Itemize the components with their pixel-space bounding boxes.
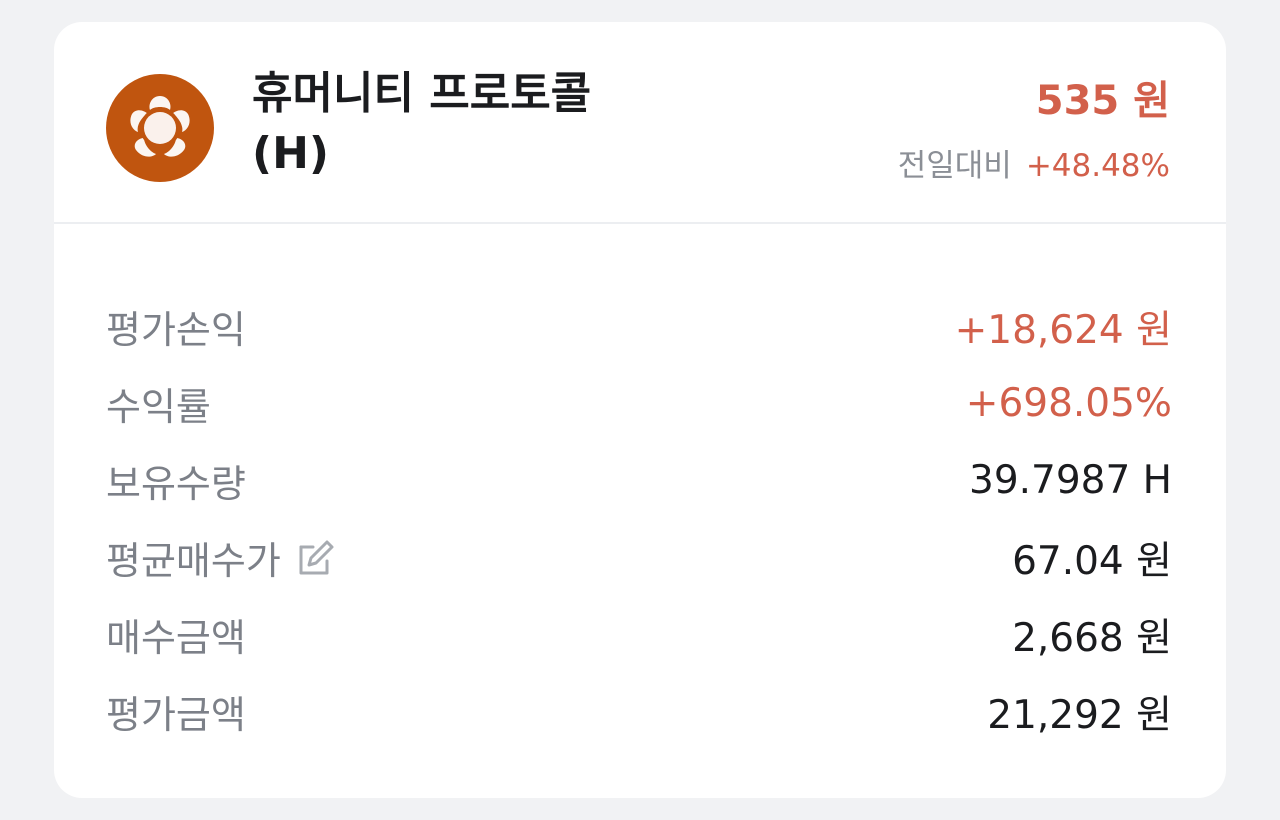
- coin-header: 휴머니티 프로토콜 (H) 535 원 전일대비 +48.48%: [54, 22, 1226, 224]
- return-row: 수익률 +698.05%: [106, 365, 1172, 442]
- edit-pencil-icon[interactable]: [295, 537, 337, 579]
- daily-change-value: +48.48%: [1025, 148, 1170, 184]
- coin-name-line1: 휴머니티 프로토콜: [252, 68, 592, 119]
- avg-price-row: 평균매수가 67.04 원: [106, 519, 1172, 596]
- eval-amount-row: 평가금액 21,292 원: [106, 673, 1172, 750]
- holding-value: 39.7987 H: [969, 458, 1172, 503]
- return-label: 수익률: [106, 385, 211, 429]
- pnl-value: +18,624 원: [954, 307, 1172, 353]
- daily-change-label: 전일대비: [897, 148, 1012, 184]
- holding-label: 보유수량: [106, 462, 246, 506]
- avg-price-label: 평균매수가: [106, 539, 281, 583]
- eval-amount-label: 평가금액: [106, 693, 246, 737]
- current-price: 535 원: [1035, 78, 1170, 124]
- eval-amount-value: 21,292 원: [987, 692, 1172, 738]
- avg-price-value: 67.04 원: [1012, 538, 1172, 584]
- return-value: +698.05%: [965, 381, 1172, 426]
- humanity-protocol-logo-icon: [106, 74, 214, 182]
- daily-change: 전일대비 +48.48%: [898, 140, 1170, 185]
- holding-details: 평가손익 +18,624 원 수익률 +698.05% 보유수량 39.7987…: [106, 288, 1172, 750]
- avg-price-label-group: 평균매수가: [106, 530, 337, 585]
- pnl-row: 평가손익 +18,624 원: [106, 288, 1172, 365]
- holding-card: 휴머니티 프로토콜 (H) 535 원 전일대비 +48.48% 평가손익 +18…: [54, 22, 1226, 798]
- buy-amount-row: 매수금액 2,668 원: [106, 596, 1172, 673]
- coin-symbol: (H): [252, 128, 330, 179]
- buy-amount-value: 2,668 원: [1012, 615, 1172, 661]
- holding-row: 보유수량 39.7987 H: [106, 442, 1172, 519]
- pnl-label: 평가손익: [106, 308, 246, 352]
- buy-amount-label: 매수금액: [106, 616, 246, 660]
- coin-name: 휴머니티 프로토콜 (H): [252, 64, 772, 184]
